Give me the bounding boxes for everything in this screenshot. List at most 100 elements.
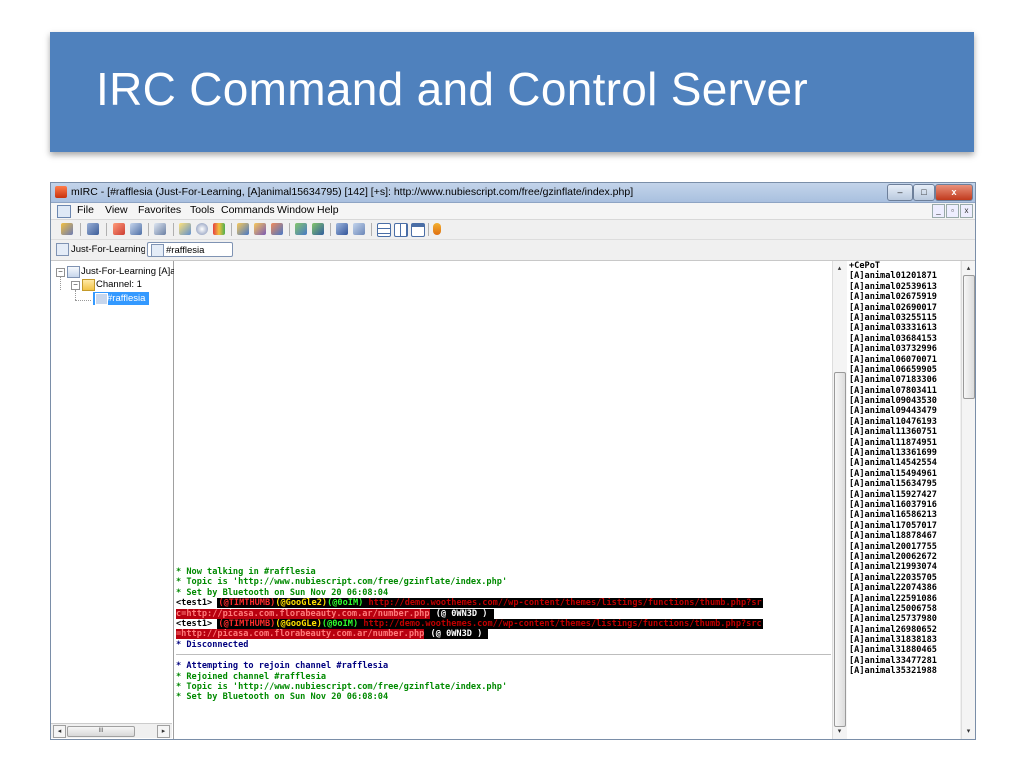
nick-entry[interactable]: [A]animal07183306 [847,375,960,385]
nick-entry[interactable]: [A]animal02539613 [847,282,960,292]
chat-pane[interactable]: * Now talking in #rafflesia * Topic is '… [174,261,847,739]
maximize-button[interactable]: □ [913,184,935,201]
address-book-icon[interactable] [154,223,166,235]
message-url[interactable]: http://demo.woothemes.com//wp-content/th… [368,598,762,609]
scroll-down-icon[interactable]: ▾ [963,726,974,737]
scroll-up-icon[interactable]: ▴ [963,263,974,274]
tree-collapse-toggle[interactable]: − [71,281,80,290]
menu-window[interactable]: Window [277,204,314,216]
nick-entry[interactable]: [A]animal16586213 [847,510,960,520]
received-files-icon[interactable] [271,223,283,235]
nick-entry[interactable]: [A]animal33477281 [847,656,960,666]
menu-help[interactable]: Help [317,204,339,216]
nick-entry[interactable]: [A]animal22591086 [847,594,960,604]
online-timer-icon[interactable] [336,223,348,235]
menu-favorites[interactable]: Favorites [138,204,181,216]
channel-window-icon[interactable] [57,205,71,218]
scroll-right-icon[interactable]: ▸ [157,725,170,738]
message-url-continued[interactable]: =http://picasa.com.florabeauty.com.ar/nu… [176,629,425,640]
nick-entry[interactable]: [A]animal20062672 [847,552,960,562]
nick-entry[interactable]: [A]animal03732996 [847,344,960,354]
tree-channel-selected[interactable]: #rafflesia [93,292,149,305]
cascade-icon[interactable] [411,223,425,237]
chat-scroll-thumb[interactable] [834,372,846,727]
nick-entry[interactable]: +CePoT [847,261,960,271]
options-icon[interactable] [87,223,99,235]
tree-server[interactable]: Just-For-Learning [A]ar [81,265,179,278]
nick-entry[interactable]: [A]animal15494961 [847,469,960,479]
menu-view[interactable]: View [105,204,128,216]
log-files-icon[interactable] [353,223,365,235]
nick-entry[interactable]: [A]animal09443479 [847,406,960,416]
nick-entry[interactable]: [A]animal11360751 [847,427,960,437]
menu-commands[interactable]: Commands [221,204,275,216]
colors-icon[interactable] [213,223,225,235]
nick-entry[interactable]: [A]animal14542554 [847,458,960,468]
scroll-down-icon[interactable]: ▾ [834,726,845,737]
nick-entry[interactable]: [A]animal25006758 [847,604,960,614]
nick-entry[interactable]: [A]animal22035705 [847,573,960,583]
window-titlebar[interactable]: mIRC - [#rafflesia (Just-For-Learning, [… [51,183,975,203]
help-icon[interactable] [433,223,441,235]
send-file-icon[interactable] [237,223,249,235]
nick-entry[interactable]: [A]animal31880465 [847,645,960,655]
nick-entry[interactable]: [A]animal13361699 [847,448,960,458]
connect-icon[interactable] [61,223,73,235]
nick-entry[interactable]: [A]animal15927427 [847,490,960,500]
nick-entry[interactable]: [A]animal26980652 [847,625,960,635]
minimize-button[interactable]: – [887,184,913,201]
tree-collapse-toggle[interactable]: − [56,268,65,277]
mdi-minimize-button[interactable]: _ [932,204,945,218]
nick-entry[interactable]: [A]animal17057017 [847,521,960,531]
tile-vertical-icon[interactable] [394,223,408,237]
timer-icon[interactable] [196,223,208,235]
channels-list-icon[interactable] [130,223,142,235]
notify-list-icon[interactable] [295,223,307,235]
tile-horizontal-icon[interactable] [377,223,391,237]
tree-channel-group[interactable]: Channel: 1 [96,278,142,291]
nick-entry[interactable]: [A]animal16037916 [847,500,960,510]
nick-scroll-thumb[interactable] [963,275,975,399]
nick-list[interactable]: +CePoT [A]animal01201871 [A]animal02539613… [847,261,960,739]
tree-connector [75,290,76,300]
nick-entry[interactable]: [A]animal01201871 [847,271,960,281]
tree-horizontal-scrollbar[interactable]: ◂ III ▸ [51,723,172,738]
scroll-up-icon[interactable]: ▴ [834,263,845,274]
scroll-left-icon[interactable]: ◂ [53,725,66,738]
nick-entry[interactable]: [A]animal06070071 [847,355,960,365]
nick-entry[interactable]: [A]animal03255115 [847,313,960,323]
mdi-close-button[interactable]: x [960,204,973,218]
favorites-icon[interactable] [113,223,125,235]
chat-dcc-icon[interactable] [254,223,266,235]
nick-entry[interactable]: [A]animal20017755 [847,542,960,552]
nick-entry[interactable]: [A]animal02690017 [847,303,960,313]
nick-entry[interactable]: [A]animal11874951 [847,438,960,448]
nick-entry[interactable]: [A]animal09043530 [847,396,960,406]
close-button[interactable]: x [935,184,973,201]
menu-tools[interactable]: Tools [190,204,215,216]
message-url[interactable]: http://demo.woothemes.com//wp-content/th… [363,618,762,629]
nick-entry[interactable]: [A]animal21993074 [847,562,960,572]
tree-scroll-thumb[interactable]: III [67,726,135,737]
url-catcher-icon[interactable] [312,223,324,235]
nick-entry[interactable]: [A]animal18878467 [847,531,960,541]
message-url-continued[interactable]: c=http://picasa.com.florabeauty.com.ar/n… [176,608,430,619]
nick-entry[interactable]: [A]animal31838183 [847,635,960,645]
nick-entry[interactable]: [A]animal10476193 [847,417,960,427]
chat-vertical-scrollbar[interactable]: ▴ ▾ [832,261,847,739]
switchbar-server-tab[interactable]: Just-For-Learning [... [53,242,145,257]
nick-entry[interactable]: [A]animal02675919 [847,292,960,302]
menu-file[interactable]: File [77,204,94,216]
mdi-restore-button[interactable]: ▫ [946,204,959,218]
nick-entry[interactable]: [A]animal03684153 [847,334,960,344]
nick-entry[interactable]: [A]animal07803411 [847,386,960,396]
nick-entry[interactable]: [A]animal35321988 [847,666,960,676]
nick-entry[interactable]: [A]animal03331613 [847,323,960,333]
nick-entry[interactable]: [A]animal15634795 [847,479,960,489]
scripts-editor-icon[interactable] [179,223,191,235]
nick-list-scrollbar[interactable]: ▴ ▾ [961,261,975,739]
nick-entry[interactable]: [A]animal25737980 [847,614,960,624]
switchbar-channel-tab[interactable]: #rafflesia [147,242,233,257]
nick-entry[interactable]: [A]animal06659905 [847,365,960,375]
nick-entry[interactable]: [A]animal22074386 [847,583,960,593]
